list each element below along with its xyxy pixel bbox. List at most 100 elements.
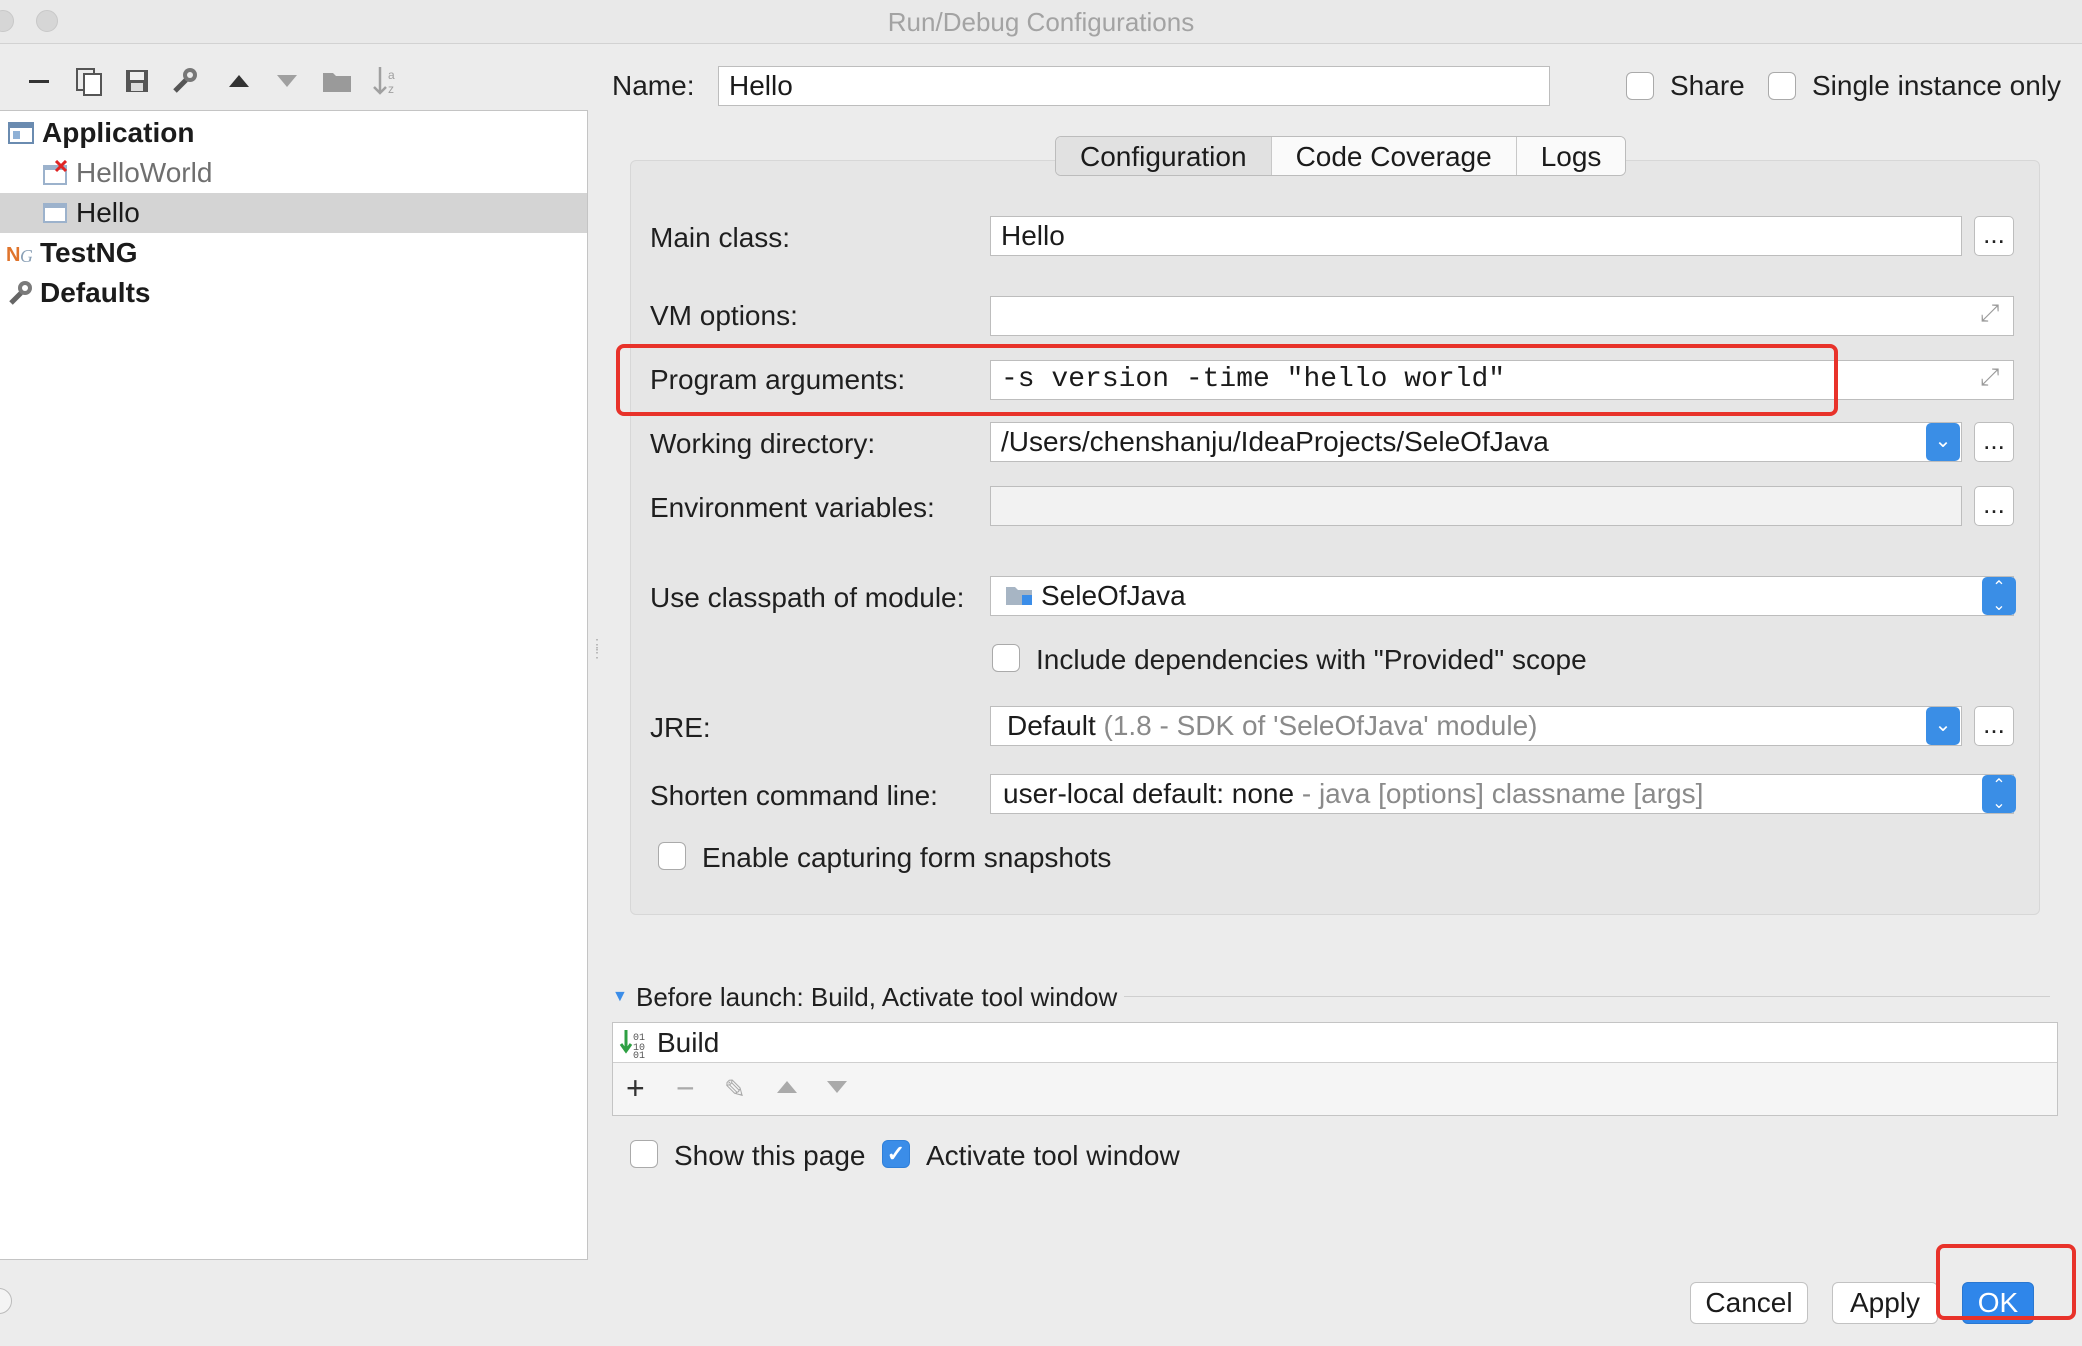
help-button[interactable] xyxy=(0,1288,12,1314)
window-title: Run/Debug Configurations xyxy=(887,7,1195,37)
svg-text:N: N xyxy=(6,244,20,266)
testng-icon: NG xyxy=(6,240,32,266)
tree-item-testng[interactable]: NG TestNG xyxy=(0,233,587,273)
sort-button[interactable]: az xyxy=(370,64,404,98)
main-class-browse-button[interactable]: ... xyxy=(1974,216,2014,256)
jre-hint: (1.8 - SDK of 'SeleOfJava' module) xyxy=(1103,710,1538,741)
svg-text:a: a xyxy=(388,68,395,82)
env-vars-input[interactable] xyxy=(990,486,1962,526)
folder-button[interactable] xyxy=(320,64,354,98)
tab-configuration[interactable]: Configuration xyxy=(1056,137,1272,175)
tree-item-application[interactable]: Application xyxy=(0,113,587,153)
move-up-button[interactable] xyxy=(222,64,256,98)
working-dir-browse-button[interactable]: ... xyxy=(1974,422,2014,462)
wrench-icon xyxy=(173,68,197,93)
tree-item-defaults[interactable]: Defaults xyxy=(0,273,587,313)
svg-text:z: z xyxy=(388,82,394,96)
apply-button[interactable]: Apply xyxy=(1832,1282,1938,1324)
activate-tool-checkbox[interactable]: ✓ xyxy=(882,1140,910,1168)
vm-options-input[interactable] xyxy=(990,296,2014,336)
shorten-dropdown[interactable]: ⌃ ⌄ xyxy=(1982,775,2016,813)
plus-icon: + xyxy=(626,1070,645,1106)
single-instance-checkbox[interactable] xyxy=(1768,72,1796,100)
tab-bar: Configuration Code Coverage Logs xyxy=(1055,136,1627,176)
tree-item-label: Application xyxy=(42,117,195,148)
move-task-up-button[interactable] xyxy=(776,1078,798,1101)
move-down-button[interactable] xyxy=(270,64,304,98)
tab-logs[interactable]: Logs xyxy=(1516,137,1626,175)
highlight-program-args xyxy=(616,344,1838,416)
jre-browse-button[interactable]: ... xyxy=(1974,706,2014,746)
chevron-down-icon: ⌄ xyxy=(1934,430,1952,452)
name-label: Name: xyxy=(612,70,695,101)
module-folder-icon xyxy=(1005,579,1033,615)
jre-dropdown[interactable]: ⌄ xyxy=(1926,707,1960,745)
tab-code-coverage[interactable]: Code Coverage xyxy=(1271,137,1517,175)
shorten-label: Shorten command line: xyxy=(650,780,938,811)
highlight-ok-button xyxy=(1936,1244,2076,1320)
shorten-select[interactable]: user-local default: none - java [options… xyxy=(990,774,2014,814)
folder-icon xyxy=(323,73,351,92)
edit-task-button[interactable]: ✎ xyxy=(724,1074,746,1105)
sort-az-icon: az xyxy=(373,67,395,96)
minus-icon: − xyxy=(676,1070,695,1106)
tree-item-hello[interactable]: Hello xyxy=(0,193,587,233)
working-dir-input[interactable]: /Users/chenshanju/IdeaProjects/SeleOfJav… xyxy=(990,422,1962,462)
share-checkbox[interactable] xyxy=(1626,72,1654,100)
env-vars-browse-button[interactable]: ... xyxy=(1974,486,2014,526)
arrow-down-icon xyxy=(277,75,297,87)
copy-config-button[interactable] xyxy=(72,64,106,98)
edit-defaults-button[interactable] xyxy=(168,64,202,98)
remove-config-button[interactable] xyxy=(22,64,56,98)
tree-item-label: Defaults xyxy=(40,277,151,308)
save-icon xyxy=(126,70,148,92)
enable-capture-checkbox[interactable] xyxy=(658,842,686,870)
main-class-label: Main class: xyxy=(650,222,791,253)
classpath-dropdown[interactable]: ⌃ ⌄ xyxy=(1982,577,2016,615)
before-launch-item-build[interactable]: 01 10 01 Build xyxy=(613,1023,2057,1063)
cancel-button[interactable]: Cancel xyxy=(1690,1282,1808,1324)
app-config-icon xyxy=(42,200,68,226)
pencil-icon: ✎ xyxy=(724,1074,746,1104)
expand-icon[interactable]: ⤢ xyxy=(1980,300,1999,328)
tree-item-label: TestNG xyxy=(40,237,138,268)
before-launch-title: Before launch: Build, Activate tool wind… xyxy=(636,982,1118,1012)
main-class-input[interactable]: Hello xyxy=(990,216,1962,256)
tree-item-label: Hello xyxy=(76,197,140,228)
activate-tool-label: Activate tool window xyxy=(926,1140,1180,1171)
env-vars-label: Environment variables: xyxy=(650,492,935,523)
tree-item-label: HelloWorld xyxy=(76,157,213,188)
single-instance-label: Single instance only xyxy=(1812,70,2062,101)
classpath-value: SeleOfJava xyxy=(1041,580,1186,611)
check-icon: ✓ xyxy=(886,1141,906,1166)
move-task-down-button[interactable] xyxy=(826,1078,848,1101)
show-page-checkbox[interactable] xyxy=(630,1140,658,1168)
tree-item-helloworld[interactable]: HelloWorld xyxy=(0,153,587,193)
remove-task-button[interactable]: − xyxy=(676,1072,695,1104)
working-dir-label: Working directory: xyxy=(650,428,876,459)
expand-icon[interactable]: ⤢ xyxy=(1980,364,1999,392)
jre-value: Default xyxy=(1007,710,1096,741)
vm-options-label: VM options: xyxy=(650,300,798,331)
include-deps-checkbox[interactable] xyxy=(992,644,1020,672)
collapse-triangle-icon[interactable]: ▼ xyxy=(612,988,628,1006)
name-input[interactable]: Hello xyxy=(718,66,1550,106)
chevron-updown-icon: ⌃ ⌄ xyxy=(1992,777,2006,812)
before-launch-item-label: Build xyxy=(657,1026,720,1058)
working-dir-dropdown[interactable]: ⌄ xyxy=(1926,423,1960,461)
include-deps-label: Include dependencies with "Provided" sco… xyxy=(1036,644,1587,675)
app-config-error-icon xyxy=(42,160,68,186)
classpath-select[interactable]: SeleOfJava xyxy=(990,576,2014,616)
wrench-icon xyxy=(6,280,32,306)
splitter-handle[interactable]: ⋮ ⋮ xyxy=(590,637,604,680)
save-config-button[interactable] xyxy=(120,64,154,98)
svg-text:G: G xyxy=(20,246,32,266)
jre-select[interactable]: Default (1.8 - SDK of 'SeleOfJava' modul… xyxy=(990,706,1962,746)
chevron-down-icon: ⌄ xyxy=(1934,714,1952,736)
share-label: Share xyxy=(1670,70,1745,101)
add-task-button[interactable]: + xyxy=(626,1072,645,1104)
classpath-label: Use classpath of module: xyxy=(650,582,965,613)
divider xyxy=(1124,996,2050,997)
arrow-up-icon xyxy=(777,1081,797,1093)
shorten-value: user-local default: none xyxy=(1003,778,1295,809)
